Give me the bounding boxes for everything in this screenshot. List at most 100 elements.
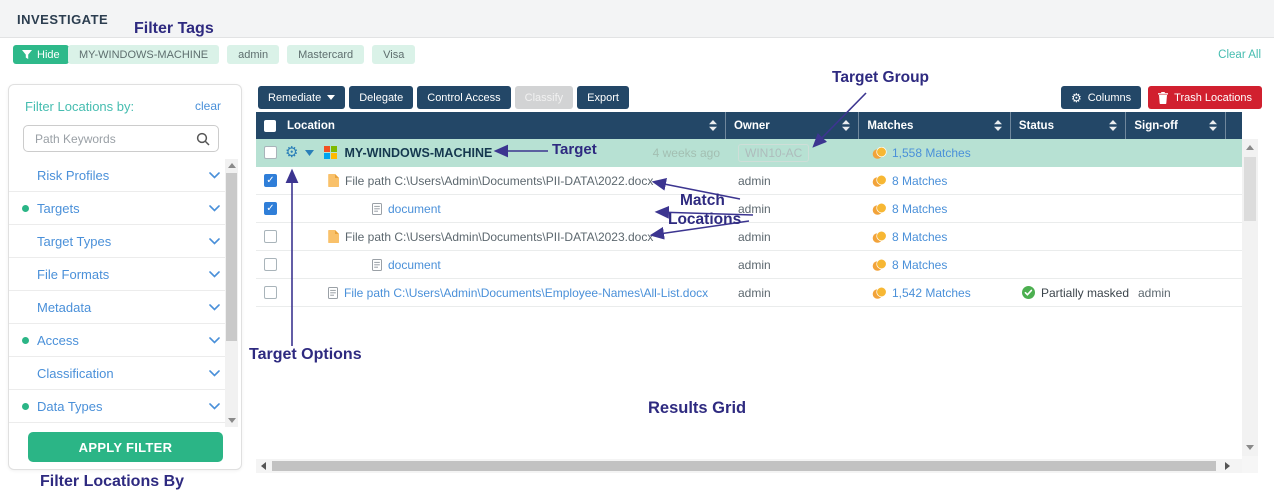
row-checkbox[interactable] bbox=[264, 146, 277, 159]
matches-link[interactable]: 1,542 Matches bbox=[892, 286, 971, 300]
sidebar-item-data-types[interactable]: Data Types bbox=[9, 390, 227, 423]
sidebar-item-metadata[interactable]: Metadata bbox=[9, 291, 227, 324]
table-row-target[interactable]: ⚙ MY-WINDOWS-MACHINE 4 weeks ago WIN10-A… bbox=[256, 139, 1242, 167]
hide-filters-button[interactable]: Hide bbox=[13, 45, 69, 64]
table-row-filepath[interactable]: File path C:\Users\Admin\Documents\Emplo… bbox=[256, 279, 1242, 307]
scroll-up-icon[interactable] bbox=[1246, 145, 1254, 150]
scroll-down-icon[interactable] bbox=[228, 418, 236, 423]
investigate-page: INVESTIGATE Hide MY-WINDOWS-MACHINE admi… bbox=[0, 0, 1274, 502]
file-path-text[interactable]: File path C:\Users\Admin\Documents\PII-D… bbox=[345, 174, 653, 188]
chevron-down-icon[interactable] bbox=[209, 370, 220, 377]
sidebar-item-target-types[interactable]: Target Types bbox=[9, 225, 227, 258]
sidebar-item-access[interactable]: Access bbox=[9, 324, 227, 357]
chevron-down-icon[interactable] bbox=[209, 337, 220, 344]
sidebar-scrollbar[interactable] bbox=[225, 159, 238, 427]
export-button[interactable]: Export bbox=[577, 86, 629, 109]
matches-link[interactable]: 8 Matches bbox=[892, 258, 947, 272]
matches-link[interactable]: 1,558 Matches bbox=[892, 146, 971, 160]
sidebar-clear-link[interactable]: clear bbox=[195, 99, 221, 113]
page-title: INVESTIGATE bbox=[17, 12, 108, 27]
grid-horizontal-scrollbar[interactable] bbox=[256, 459, 1242, 473]
row-checkbox[interactable] bbox=[264, 202, 277, 215]
grid-vertical-scrollbar[interactable] bbox=[1242, 139, 1258, 456]
match-location-link[interactable]: document bbox=[388, 202, 441, 216]
file-path-link[interactable]: File path C:\Users\Admin\Documents\Emplo… bbox=[344, 286, 708, 300]
sort-arrows-icon[interactable] bbox=[988, 120, 1002, 131]
remediate-button[interactable]: Remediate bbox=[258, 86, 345, 109]
chevron-down-icon[interactable] bbox=[209, 205, 220, 212]
row-checkbox[interactable] bbox=[264, 286, 277, 299]
control-access-button[interactable]: Control Access bbox=[417, 86, 510, 109]
target-options-gear-icon[interactable]: ⚙ bbox=[285, 145, 298, 160]
annotation-target-options: Target Options bbox=[249, 346, 362, 364]
chevron-down-icon[interactable] bbox=[209, 304, 220, 311]
hide-button-label: Hide bbox=[37, 49, 60, 61]
column-label: Sign-off bbox=[1134, 120, 1177, 132]
sidebar-item-label: Targets bbox=[37, 201, 80, 216]
columns-button[interactable]: ⚙ Columns bbox=[1061, 86, 1141, 109]
filter-category-list: Risk Profiles Targets Target Types File … bbox=[9, 159, 227, 423]
matches-link[interactable]: 8 Matches bbox=[892, 174, 947, 188]
scroll-up-icon[interactable] bbox=[228, 163, 236, 168]
search-icon[interactable] bbox=[196, 132, 210, 146]
column-header-location[interactable]: Location bbox=[256, 112, 726, 139]
clear-all-link[interactable]: Clear All bbox=[1218, 49, 1261, 61]
column-header-status[interactable]: Status bbox=[1011, 112, 1127, 139]
column-header-matches[interactable]: Matches bbox=[859, 112, 1010, 139]
chevron-down-icon[interactable] bbox=[209, 172, 220, 179]
scrollbar-corner bbox=[1242, 456, 1258, 473]
match-location-link[interactable]: document bbox=[388, 258, 441, 272]
expand-chevron-icon[interactable] bbox=[305, 150, 314, 156]
active-filter-dot bbox=[22, 205, 29, 212]
chevron-down-icon[interactable] bbox=[209, 403, 220, 410]
filter-tag[interactable]: MY-WINDOWS-MACHINE bbox=[68, 45, 219, 64]
table-row-document[interactable]: document admin 8 Matches bbox=[256, 195, 1242, 223]
table-row-filepath[interactable]: File path C:\Users\Admin\Documents\PII-D… bbox=[256, 223, 1242, 251]
matches-link[interactable]: 8 Matches bbox=[892, 202, 947, 216]
row-checkbox[interactable] bbox=[264, 174, 277, 187]
owner-cell: admin bbox=[728, 202, 862, 216]
column-label: Status bbox=[1019, 120, 1054, 132]
column-header-owner[interactable]: Owner bbox=[726, 112, 859, 139]
scroll-down-icon[interactable] bbox=[1246, 445, 1254, 450]
column-header-signoff[interactable]: Sign-off bbox=[1126, 112, 1226, 139]
sidebar-item-file-formats[interactable]: File Formats bbox=[9, 258, 227, 291]
sort-arrows-icon[interactable] bbox=[836, 120, 850, 131]
sort-arrows-icon[interactable] bbox=[703, 120, 717, 131]
chevron-down-icon[interactable] bbox=[209, 238, 220, 245]
signoff-cell: admin bbox=[1130, 286, 1230, 300]
sort-arrows-icon[interactable] bbox=[1203, 120, 1217, 131]
filter-tag[interactable]: Visa bbox=[372, 45, 415, 64]
scrollbar-thumb[interactable] bbox=[226, 173, 237, 341]
table-row-document[interactable]: document admin 8 Matches bbox=[256, 251, 1242, 279]
apply-filter-button[interactable]: APPLY FILTER bbox=[28, 432, 223, 462]
select-all-checkbox[interactable] bbox=[264, 120, 276, 132]
matches-icon bbox=[872, 175, 887, 187]
matches-icon bbox=[872, 203, 887, 215]
sidebar-item-targets[interactable]: Targets bbox=[9, 192, 227, 225]
matches-icon bbox=[872, 147, 887, 159]
file-path-text[interactable]: File path C:\Users\Admin\Documents\PII-D… bbox=[345, 230, 653, 244]
sort-arrows-icon[interactable] bbox=[1103, 120, 1117, 131]
location-cell: File path C:\Users\Admin\Documents\PII-D… bbox=[256, 174, 728, 188]
scroll-right-icon[interactable] bbox=[1225, 462, 1230, 470]
search-input[interactable] bbox=[33, 127, 193, 150]
row-checkbox[interactable] bbox=[264, 258, 277, 271]
scrollbar-thumb[interactable] bbox=[1244, 157, 1256, 221]
trash-locations-button[interactable]: Trash Locations bbox=[1148, 86, 1262, 109]
matches-link[interactable]: 8 Matches bbox=[892, 230, 947, 244]
table-row-filepath[interactable]: File path C:\Users\Admin\Documents\PII-D… bbox=[256, 167, 1242, 195]
gear-icon: ⚙ bbox=[1071, 91, 1082, 105]
filter-tag[interactable]: admin bbox=[227, 45, 279, 64]
sidebar-item-risk-profiles[interactable]: Risk Profiles bbox=[9, 159, 227, 192]
target-name[interactable]: MY-WINDOWS-MACHINE bbox=[344, 146, 492, 160]
sidebar-item-classification[interactable]: Classification bbox=[9, 357, 227, 390]
filter-tag[interactable]: Mastercard bbox=[287, 45, 364, 64]
funnel-icon bbox=[22, 50, 32, 60]
windows-logo-icon bbox=[324, 146, 337, 159]
scrollbar-thumb[interactable] bbox=[272, 461, 1216, 471]
chevron-down-icon[interactable] bbox=[209, 271, 220, 278]
scroll-left-icon[interactable] bbox=[261, 462, 266, 470]
row-checkbox[interactable] bbox=[264, 230, 277, 243]
delegate-button[interactable]: Delegate bbox=[349, 86, 413, 109]
